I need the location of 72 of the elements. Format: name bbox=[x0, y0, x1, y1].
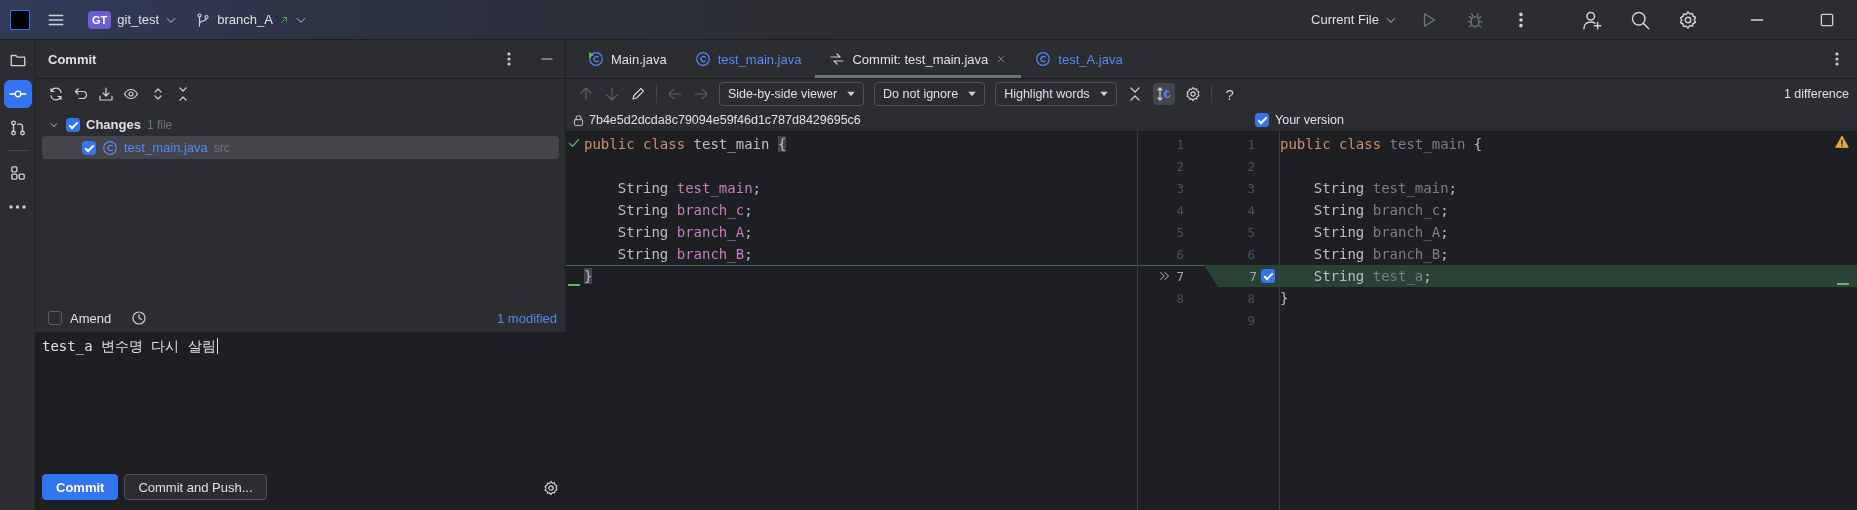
code-line: public class test_main { bbox=[1280, 136, 1483, 152]
warning-icon bbox=[1835, 135, 1849, 149]
settings-icon[interactable] bbox=[1184, 86, 1201, 102]
history-icon[interactable] bbox=[131, 310, 148, 326]
refresh-icon[interactable] bbox=[48, 86, 64, 102]
check-icon bbox=[568, 137, 580, 149]
help-button[interactable]: ? bbox=[1221, 85, 1238, 103]
editor-tab[interactable]: test_main.java bbox=[680, 40, 816, 78]
line-number: 7 bbox=[1176, 268, 1184, 284]
rollback-icon[interactable] bbox=[73, 86, 89, 102]
line-number: 7 bbox=[1249, 268, 1257, 284]
outgoing-arrow-icon bbox=[278, 14, 289, 25]
modified-link[interactable]: 1 modified bbox=[497, 310, 557, 326]
changelist-label[interactable]: Changes bbox=[86, 117, 141, 132]
commit-button[interactable]: Commit bbox=[42, 474, 119, 500]
include-change-checkbox[interactable] bbox=[1261, 269, 1275, 283]
code-line: String branch_A; bbox=[1312, 224, 1449, 240]
checkbox[interactable] bbox=[82, 140, 96, 155]
viewer-dropdown[interactable]: Side-by-side viewer bbox=[719, 82, 865, 106]
pull-request-icon bbox=[8, 119, 27, 137]
code-line: String test_a; bbox=[1312, 268, 1432, 284]
run-configuration-selector[interactable]: Current File bbox=[1305, 8, 1403, 31]
code-line: String branch_B; bbox=[616, 246, 753, 262]
class-icon bbox=[102, 139, 118, 156]
version-label: Your version bbox=[1275, 113, 1345, 127]
editor-tab[interactable]: test_A.java bbox=[1021, 40, 1137, 78]
download-icon[interactable] bbox=[98, 86, 114, 102]
search-icon[interactable] bbox=[1630, 9, 1650, 30]
checkbox[interactable] bbox=[66, 117, 80, 132]
version-checkbox[interactable] bbox=[1255, 113, 1269, 127]
file-name: test_main.java bbox=[124, 140, 208, 155]
commit-message-field[interactable]: test_a 변수명 다시 살림 bbox=[36, 332, 565, 460]
diff-icon bbox=[829, 51, 846, 67]
code-line: } bbox=[1280, 290, 1289, 306]
tool-window-button[interactable] bbox=[3, 80, 32, 108]
amend-checkbox[interactable] bbox=[48, 311, 62, 325]
sync-scroll-button[interactable] bbox=[1152, 83, 1175, 105]
bug-icon[interactable] bbox=[1466, 10, 1484, 29]
app-logo-icon[interactable] bbox=[10, 9, 30, 30]
file-count: 1 file bbox=[146, 117, 173, 132]
sync-scroll-icon bbox=[1155, 86, 1172, 102]
highlight-dropdown[interactable]: Highlight words bbox=[995, 82, 1117, 106]
runnable-class-icon bbox=[588, 51, 604, 67]
editor-tab[interactable]: Main.java bbox=[574, 40, 681, 78]
add-user-icon[interactable] bbox=[1582, 9, 1602, 30]
branch-selector[interactable]: branch_A bbox=[189, 7, 313, 32]
code-line: public class test_main { bbox=[584, 136, 787, 152]
panel-title: Commit bbox=[48, 51, 98, 67]
commit-and-push-button[interactable]: Commit and Push... bbox=[124, 474, 267, 500]
eye-icon[interactable] bbox=[123, 86, 141, 102]
code-line: String branch_A; bbox=[616, 224, 753, 240]
structure-icon bbox=[8, 164, 27, 182]
lock-icon bbox=[572, 113, 585, 127]
code-line: String branch_B; bbox=[1312, 246, 1449, 262]
amend-label: Amend bbox=[70, 310, 112, 326]
project-selector[interactable]: GT git_test bbox=[82, 6, 184, 33]
ignore-dropdown[interactable]: Do not ignore bbox=[874, 82, 986, 106]
class-icon bbox=[694, 51, 711, 67]
code-line: String branch_c; bbox=[616, 202, 753, 218]
revision-hash: 7b4e5d2dcda8c79094e59f46d1c787d8429695c6 bbox=[589, 113, 861, 127]
class-icon bbox=[1035, 51, 1052, 67]
code-line: String branch_c; bbox=[1312, 202, 1449, 218]
settings-icon[interactable] bbox=[543, 480, 559, 496]
more-icon bbox=[9, 205, 26, 209]
settings-icon[interactable] bbox=[1678, 9, 1698, 30]
change-marker bbox=[1837, 283, 1849, 285]
branch-icon bbox=[195, 11, 212, 28]
change-marker bbox=[568, 284, 580, 286]
difference-count: 1 difference bbox=[1783, 87, 1849, 101]
code-line: String test_main; bbox=[1312, 180, 1457, 196]
code-line: String test_main; bbox=[616, 180, 761, 196]
pencil-icon[interactable] bbox=[630, 86, 646, 102]
